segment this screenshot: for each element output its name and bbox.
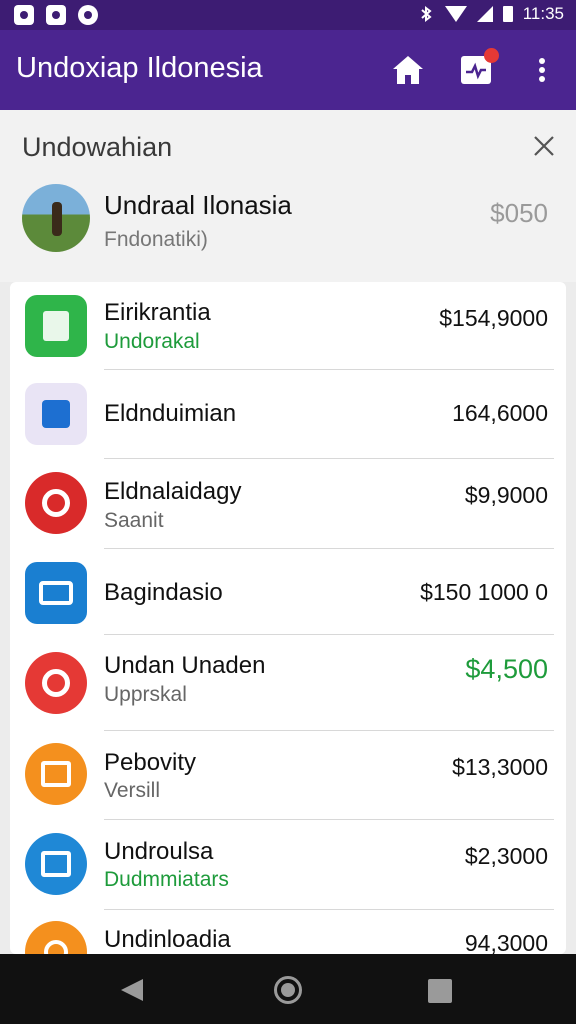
item-amount: $4,500 (465, 654, 548, 684)
back-icon[interactable] (121, 979, 143, 1001)
notification-badge (484, 48, 499, 63)
item-title: Undan Unaden (104, 652, 266, 679)
section-title: Undowahian (22, 132, 173, 162)
item-amount: $2,3000 (464, 843, 548, 869)
bluetooth-icon (421, 6, 432, 22)
home-button[interactable] (388, 50, 428, 90)
home-icon (393, 56, 423, 84)
camera-icon (25, 562, 87, 624)
more-vert-icon (539, 55, 545, 85)
edit-icon (25, 921, 87, 954)
item-subtitle: Versill (104, 779, 161, 802)
account-header: Undowahian Undraal Ilonasia Fndonatiki) … (0, 110, 576, 282)
wifi-icon (444, 6, 467, 22)
status-bar: 11:35 (0, 0, 576, 30)
item-amount: $150 1000 0 (420, 579, 548, 605)
item-title: Pebovity (104, 749, 197, 776)
item-title: Eldnduimian (104, 400, 237, 427)
message-icon (46, 5, 66, 25)
item-subtitle: Upprskal (104, 683, 187, 706)
profile-balance: $050 (490, 198, 548, 228)
item-title: Undroulsa (104, 838, 214, 865)
transaction-list: Eirikrantia Undorakal $154,9000 Eldnduim… (10, 282, 566, 954)
item-subtitle: Saanit (104, 509, 164, 532)
spreadsheet-icon (25, 295, 87, 357)
list-item[interactable]: Eirikrantia Undorakal $154,9000 (10, 282, 566, 370)
notifications-button[interactable] (456, 48, 499, 90)
item-amount: $154,9000 (439, 305, 548, 331)
document-icon (25, 833, 87, 895)
list-item[interactable]: Eldnduimian 164,6000 (10, 370, 566, 459)
calendar-icon (25, 383, 87, 445)
chart-icon (25, 652, 87, 714)
signal-icon (476, 6, 493, 22)
item-title: Eldnalaidagy (104, 478, 242, 505)
recents-icon[interactable] (428, 979, 452, 1003)
item-subtitle: Dudmmiatars (104, 868, 229, 891)
item-title: Undinloadia (104, 926, 231, 953)
list-item[interactable]: Undroulsa Dudmmiatars $2,3000 (10, 820, 566, 910)
notification-icon (461, 48, 499, 84)
item-title: Bagindasio (104, 579, 223, 606)
list-item[interactable]: Pebovity Versill $13,3000 (10, 731, 566, 820)
navigation-bar (0, 954, 576, 1024)
app-bar: Undoxiap Ildonesia (0, 30, 576, 110)
list-item[interactable]: Undan Unaden Upprskal $4,500 (10, 635, 566, 731)
more-options-button[interactable] (522, 50, 562, 90)
status-time: 11:35 (522, 4, 564, 23)
recording-icon (25, 472, 87, 534)
list-item[interactable]: Bagindasio $150 1000 0 (10, 549, 566, 635)
battery-icon (502, 6, 513, 22)
close-icon[interactable] (530, 132, 558, 160)
item-amount: 164,6000 (452, 400, 548, 426)
item-amount: $13,3000 (452, 754, 548, 780)
list-item[interactable]: Eldnalaidagy Saanit $9,9000 (10, 459, 566, 549)
item-amount: 94,3000 (464, 930, 548, 954)
avatar[interactable] (22, 184, 90, 252)
music-icon (78, 5, 98, 25)
profile-name: Undraal Ilonasia (104, 190, 292, 220)
tv-icon (25, 743, 87, 805)
item-title: Eirikrantia (104, 299, 211, 326)
item-amount: $9,9000 (464, 482, 548, 508)
image-icon (14, 5, 34, 25)
list-item[interactable]: Undinloadia 94,3000 (10, 910, 566, 954)
home-circle-icon[interactable] (274, 976, 302, 1004)
item-subtitle: Undorakal (104, 330, 200, 353)
app-title: Undoxiap Ildonesia (16, 52, 263, 84)
profile-subtitle: Fndonatiki) (104, 228, 208, 251)
